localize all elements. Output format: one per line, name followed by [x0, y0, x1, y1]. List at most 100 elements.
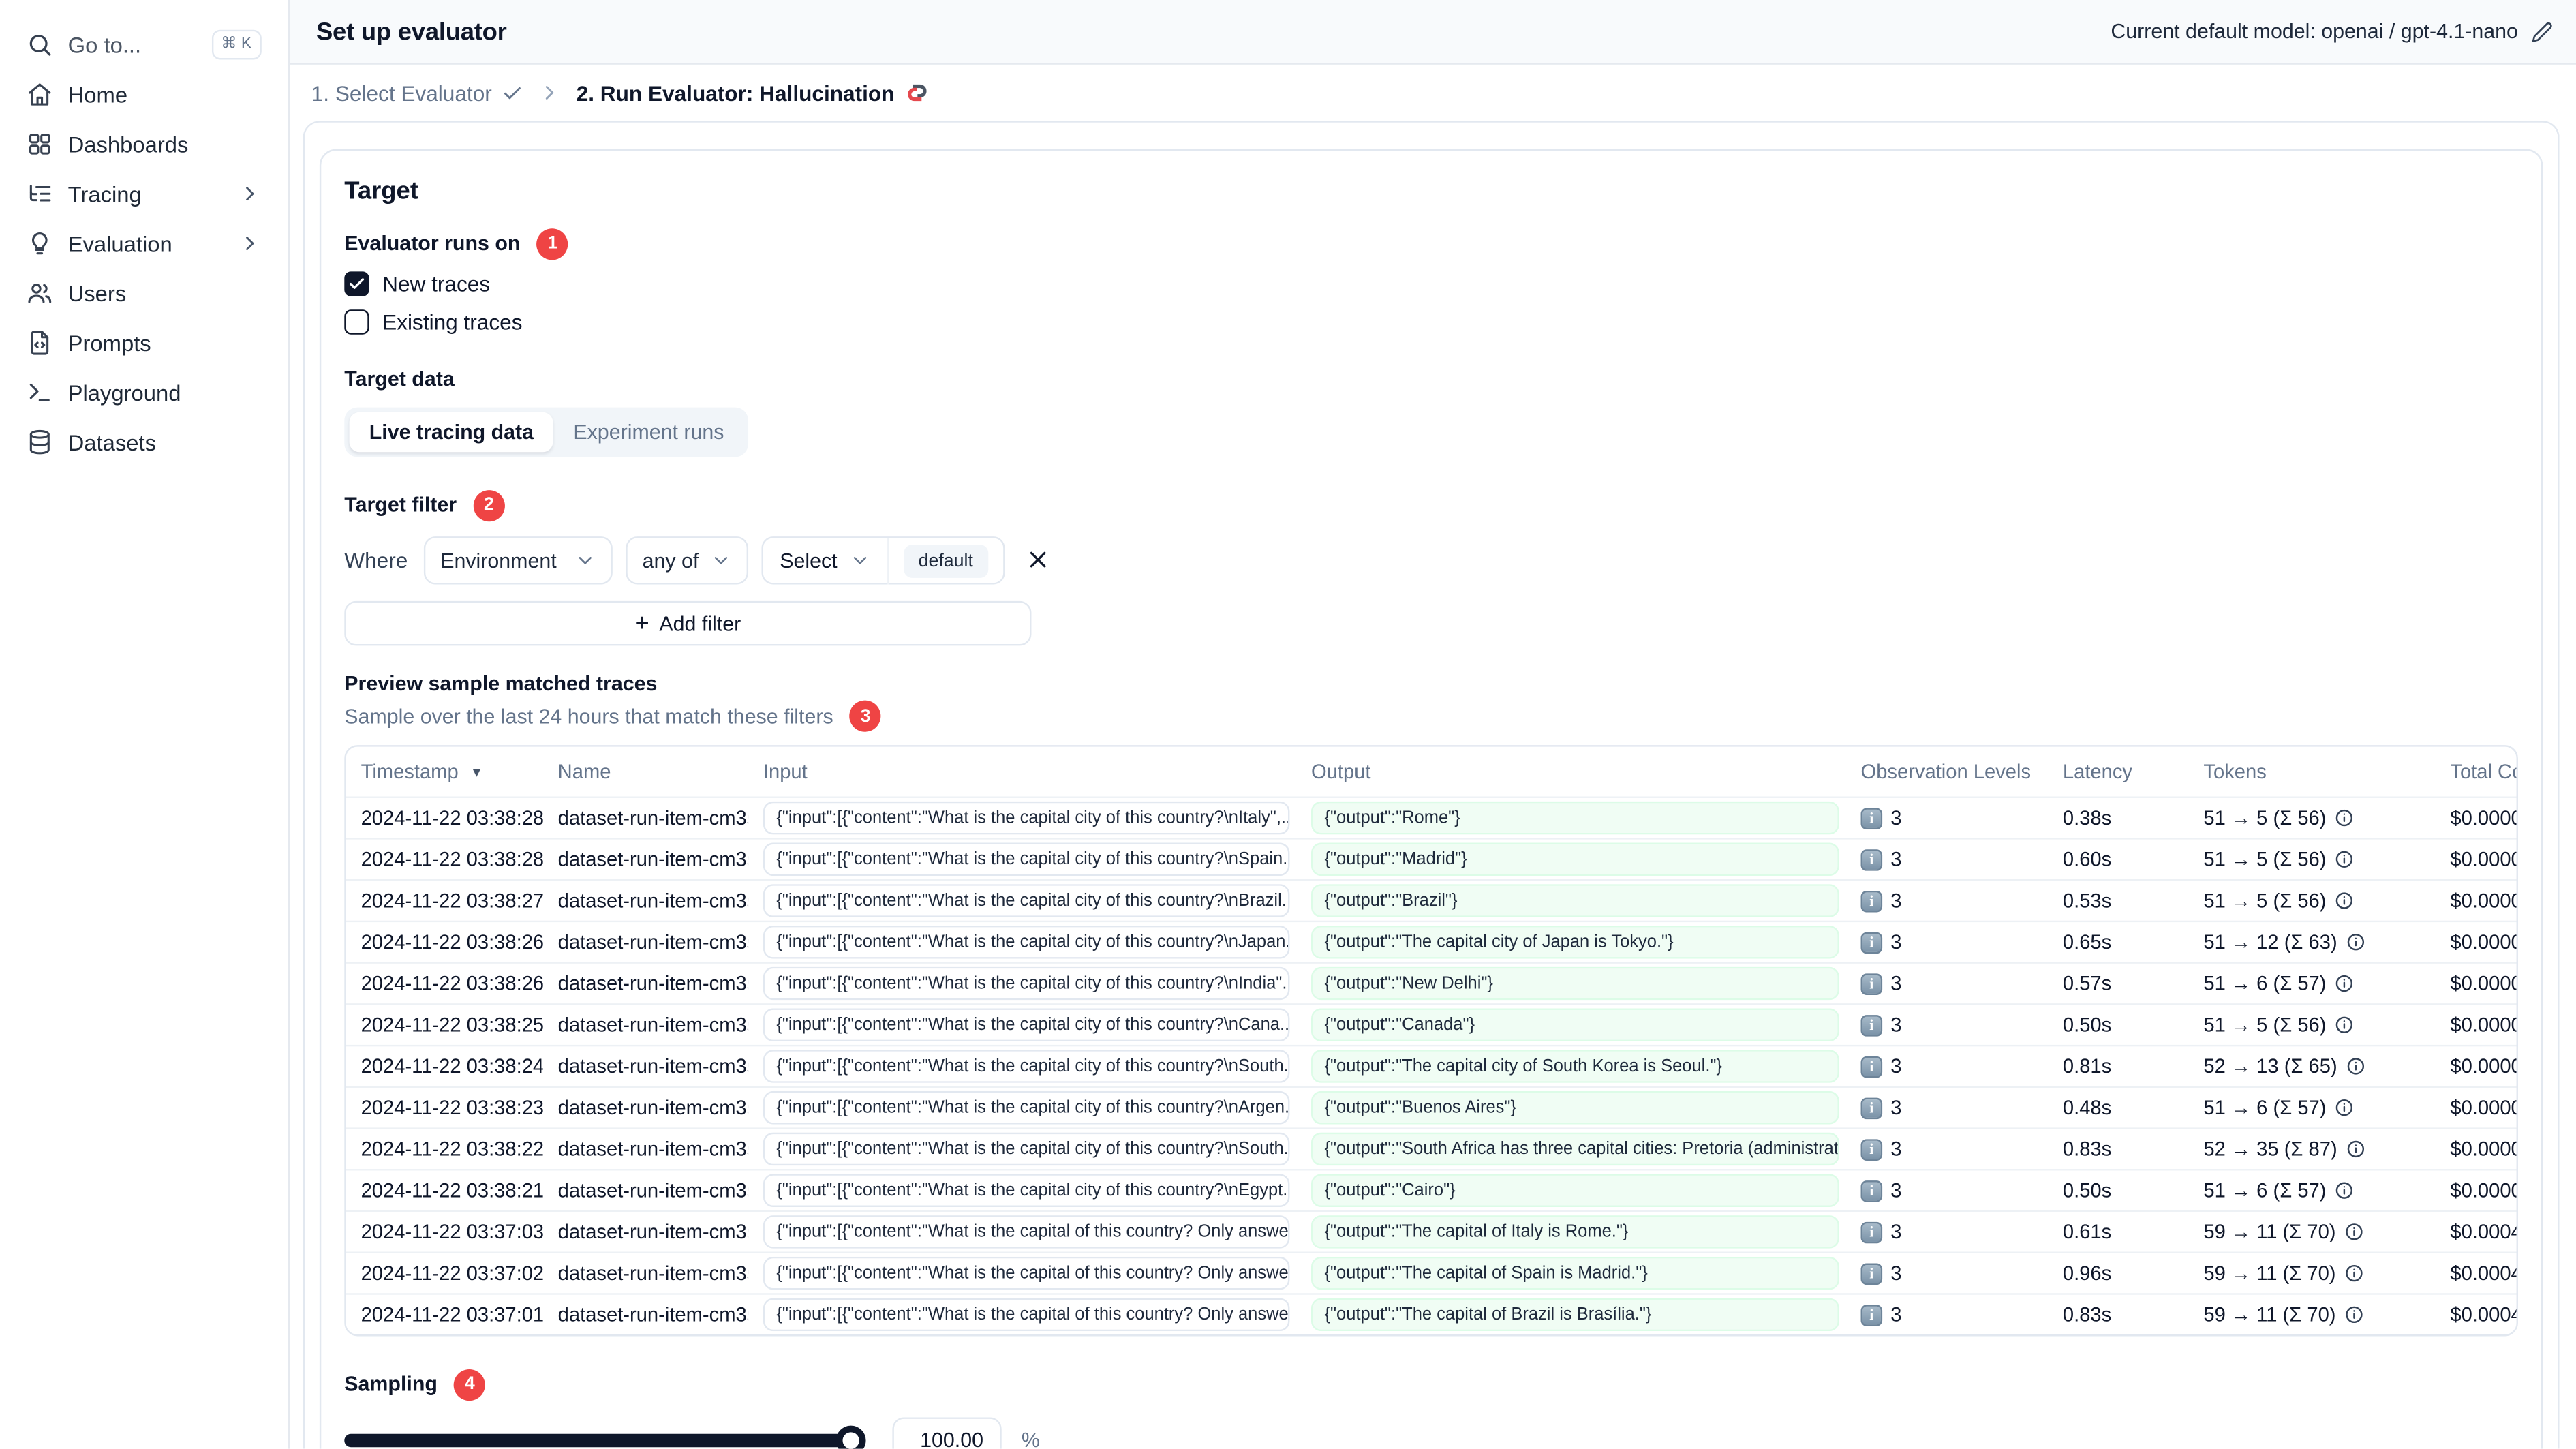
cell-output: {"output":"Rome"}	[1296, 801, 1846, 835]
plus-icon: +	[634, 608, 649, 637]
sampling-slider[interactable]	[344, 1424, 866, 1449]
slider-thumb[interactable]	[835, 1424, 866, 1449]
column-header-latency[interactable]: Latency	[2048, 760, 2188, 783]
cell-latency: 0.38s	[2062, 806, 2112, 830]
output-preview-box[interactable]: {"output":"Rome"}	[1311, 801, 1839, 835]
input-preview-box[interactable]: {"input":[{"content":"What is the capita…	[763, 1215, 1290, 1249]
info-icon[interactable]	[2346, 932, 2365, 952]
preview-traces-table: Timestamp ▼ Name Input Output Observation…	[344, 745, 2518, 1337]
column-header-total-cost[interactable]: Total Cost	[2436, 760, 2516, 783]
output-preview-box[interactable]: {"output":"Buenos Aires"}	[1311, 1090, 1839, 1125]
column-header-name[interactable]: Name	[543, 760, 748, 783]
column-header-input[interactable]: Input	[748, 760, 1296, 783]
content-scroll-container[interactable]: Target Evaluator runs on 1 New traces Ex…	[303, 121, 2560, 1449]
input-preview-box[interactable]: {"input":[{"content":"What is the capita…	[763, 1132, 1290, 1166]
table-row[interactable]: 2024-11-22 03:38:22 dataset-run-item-cm3…	[346, 1127, 2517, 1169]
remove-filter-button[interactable]	[1024, 545, 1054, 575]
goto-search[interactable]: Go to... ⌘ K	[16, 20, 271, 70]
table-row[interactable]: 2024-11-22 03:37:02 dataset-run-item-cm3…	[346, 1251, 2517, 1294]
output-preview-box[interactable]: {"output":"South Africa has three capita…	[1311, 1132, 1839, 1166]
input-preview-box[interactable]: {"input":[{"content":"What is the capita…	[763, 842, 1290, 876]
sidebar-item-users[interactable]: Users	[16, 269, 271, 318]
cell-name: dataset-run-item-cm3s4	[557, 889, 749, 913]
datasets-icon	[27, 429, 53, 455]
sidebar-item-datasets[interactable]: Datasets	[16, 417, 271, 467]
table-row[interactable]: 2024-11-22 03:38:25 dataset-run-item-cm3…	[346, 1003, 2517, 1045]
new-traces-checkbox[interactable]	[344, 271, 369, 296]
input-preview-box[interactable]: {"input":[{"content":"What is the capita…	[763, 1008, 1290, 1042]
output-preview-box[interactable]: {"output":"Madrid"}	[1311, 842, 1839, 876]
info-icon[interactable]	[2335, 973, 2355, 993]
table-row[interactable]: 2024-11-22 03:38:27 dataset-run-item-cm3…	[346, 879, 2517, 921]
table-row[interactable]: 2024-11-22 03:38:28 dataset-run-item-cm3…	[346, 796, 2517, 838]
output-preview-box[interactable]: {"output":"Cairo"}	[1311, 1174, 1839, 1207]
column-header-timestamp[interactable]: Timestamp ▼	[346, 760, 543, 783]
sidebar-item-playground[interactable]: Playground	[16, 367, 271, 417]
table-row[interactable]: 2024-11-22 03:37:03 dataset-run-item-cm3…	[346, 1210, 2517, 1252]
column-header-output[interactable]: Output	[1296, 760, 1846, 783]
breadcrumb-step1[interactable]: 1. Select Evaluator	[311, 80, 523, 105]
filter-builder-row: Where Environment any of Select default	[344, 536, 2518, 585]
input-preview-box[interactable]: {"input":[{"content":"What is the capita…	[763, 1256, 1290, 1290]
input-preview-box[interactable]: {"input":[{"content":"What is the capita…	[763, 966, 1290, 1001]
sidebar-item-evaluation[interactable]: Evaluation	[16, 219, 271, 269]
sidebar-item-tracing[interactable]: Tracing	[16, 169, 271, 219]
add-filter-button[interactable]: + Add filter	[344, 600, 1032, 646]
sampling-value-input[interactable]: 100.00	[892, 1417, 1002, 1449]
column-header-tokens[interactable]: Tokens	[2189, 760, 2436, 783]
table-row[interactable]: 2024-11-22 03:38:26 dataset-run-item-cm3…	[346, 962, 2517, 1003]
topbar: Set up evaluator Current default model: …	[290, 0, 2576, 65]
column-header-observation-levels[interactable]: Observation Levels	[1846, 760, 2048, 783]
table-row[interactable]: 2024-11-22 03:37:01 dataset-run-item-cm3…	[346, 1293, 2517, 1334]
slider-track	[344, 1433, 859, 1446]
output-preview-box[interactable]: {"output":"The capital city of South Kor…	[1311, 1050, 1839, 1083]
info-icon[interactable]	[2346, 1056, 2365, 1076]
input-preview-box[interactable]: {"input":[{"content":"What is the capita…	[763, 1090, 1290, 1125]
sidebar-item-dashboards[interactable]: Dashboards	[16, 119, 271, 169]
existing-traces-checkbox[interactable]	[344, 309, 369, 334]
cell-latency: 0.60s	[2062, 847, 2112, 871]
filter-value-select[interactable]: Select	[763, 549, 887, 572]
filter-value-placeholder: Select	[780, 549, 838, 573]
info-icon[interactable]	[2346, 1139, 2365, 1159]
filter-column-select[interactable]: Environment	[423, 536, 613, 585]
sidebar-item-prompts[interactable]: Prompts	[16, 318, 271, 367]
output-preview-box[interactable]: {"output":"The capital city of Japan is …	[1311, 925, 1839, 959]
info-icon[interactable]	[2335, 891, 2355, 911]
info-icon[interactable]	[2335, 1098, 2355, 1118]
input-preview-box[interactable]: {"input":[{"content":"What is the capita…	[763, 1174, 1290, 1207]
sidebar-item-home[interactable]: Home	[16, 70, 271, 119]
info-icon[interactable]	[2344, 1264, 2364, 1283]
input-preview-box[interactable]: {"input":[{"content":"What is the capita…	[763, 884, 1290, 917]
output-preview-box[interactable]: {"output":"The capital of Spain is Madri…	[1311, 1256, 1839, 1290]
filter-operator-select[interactable]: any of	[626, 536, 749, 585]
cell-tokens: 51 → 5 (Σ 56)	[2189, 1013, 2436, 1037]
edit-model-icon[interactable]	[2531, 20, 2553, 42]
input-preview-box[interactable]: {"input":[{"content":"What is the capita…	[763, 801, 1290, 835]
tab-live-tracing-data[interactable]: Live tracing data	[349, 412, 554, 453]
input-preview-box[interactable]: {"input":[{"content":"What is the capita…	[763, 925, 1290, 959]
info-icon[interactable]	[2335, 1015, 2355, 1035]
input-preview-box[interactable]: {"input":[{"content":"What is the capita…	[763, 1298, 1290, 1332]
info-icon[interactable]	[2344, 1305, 2364, 1324]
table-row[interactable]: 2024-11-22 03:38:26 dataset-run-item-cm3…	[346, 920, 2517, 962]
output-preview-box[interactable]: {"output":"New Delhi"}	[1311, 966, 1839, 1001]
info-icon[interactable]	[2344, 1222, 2364, 1242]
tab-experiment-runs[interactable]: Experiment runs	[553, 412, 743, 452]
table-row[interactable]: 2024-11-22 03:38:28 dataset-run-item-cm3…	[346, 838, 2517, 879]
input-preview-box[interactable]: {"input":[{"content":"What is the capita…	[763, 1050, 1290, 1083]
table-row[interactable]: 2024-11-22 03:38:21 dataset-run-item-cm3…	[346, 1169, 2517, 1210]
output-preview-box[interactable]: {"output":"The capital of Italy is Rome.…	[1311, 1215, 1839, 1249]
info-icon[interactable]	[2335, 849, 2355, 869]
output-preview-box[interactable]: {"output":"Brazil"}	[1311, 884, 1839, 917]
table-row[interactable]: 2024-11-22 03:38:24 dataset-run-item-cm3…	[346, 1044, 2517, 1086]
table-row[interactable]: 2024-11-22 03:38:23 dataset-run-item-cm3…	[346, 1086, 2517, 1128]
goto-label: Go to...	[67, 32, 142, 57]
output-preview-box[interactable]: {"output":"The capital of Brazil is Bras…	[1311, 1298, 1839, 1332]
info-level-icon: i	[1860, 1304, 1883, 1326]
info-icon[interactable]	[2335, 1180, 2355, 1200]
output-preview-box[interactable]: {"output":"Canada"}	[1311, 1008, 1839, 1042]
info-icon[interactable]	[2335, 808, 2355, 827]
target-data-toggle: Live tracing data Experiment runs	[344, 407, 749, 457]
target-data-row: Target data	[344, 364, 2518, 394]
